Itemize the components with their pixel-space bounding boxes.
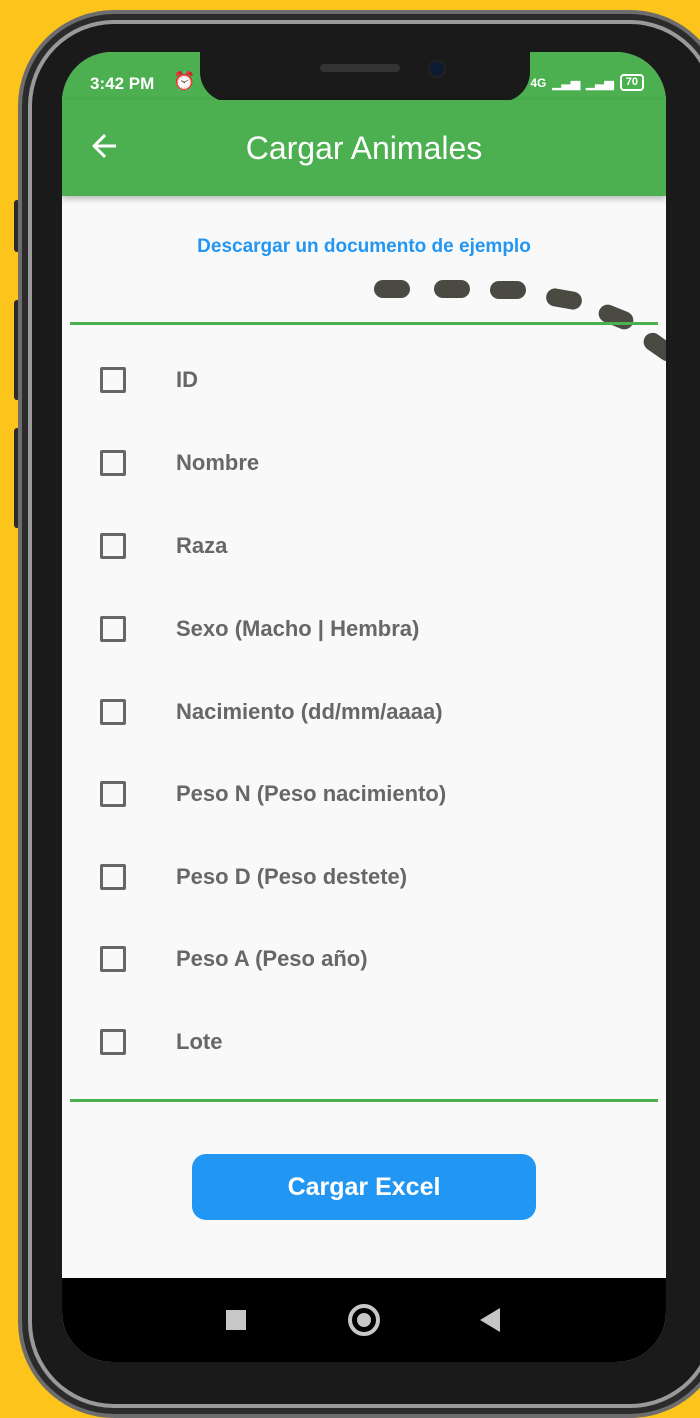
network-type: 4G bbox=[530, 75, 547, 90]
checkbox[interactable] bbox=[100, 946, 126, 972]
checkbox[interactable] bbox=[100, 864, 126, 890]
field-label: ID bbox=[176, 367, 198, 392]
load-excel-button[interactable]: Cargar Excel bbox=[192, 1154, 536, 1220]
field-row-sexo[interactable]: Sexo (Macho | Hembra) bbox=[100, 609, 419, 649]
system-nav-bar bbox=[62, 1278, 666, 1362]
checkbox[interactable] bbox=[100, 781, 126, 807]
field-label: Peso A (Peso año) bbox=[176, 946, 368, 971]
bottom-divider bbox=[70, 1099, 658, 1102]
field-label: Nacimiento (dd/mm/aaaa) bbox=[176, 699, 443, 724]
checkbox[interactable] bbox=[100, 616, 126, 642]
field-row-nacimiento[interactable]: Nacimiento (dd/mm/aaaa) bbox=[100, 692, 443, 732]
field-label: Peso N (Peso nacimiento) bbox=[176, 781, 447, 806]
field-label: Peso D (Peso destete) bbox=[176, 864, 408, 889]
checkbox[interactable] bbox=[100, 450, 126, 476]
alarm-clock-icon: ⏰ bbox=[173, 71, 196, 91]
checkbox[interactable] bbox=[100, 1029, 126, 1055]
download-example-link[interactable]: Descargar un documento de ejemplo bbox=[62, 236, 666, 258]
app-bar: Cargar Animales bbox=[62, 100, 666, 196]
checkbox[interactable] bbox=[100, 367, 126, 393]
field-row-raza[interactable]: Raza bbox=[100, 526, 227, 566]
status-indicators: 4G ▁▃▅ ▁▃▅ 70 bbox=[530, 74, 644, 91]
field-row-lote[interactable]: Lote bbox=[100, 1022, 222, 1062]
field-label: Nombre bbox=[176, 450, 260, 475]
speaker-grille bbox=[320, 64, 400, 72]
status-time: 3:42 PM bbox=[90, 74, 155, 93]
back-triangle-icon[interactable] bbox=[480, 1308, 500, 1332]
signal-icon: ▁▃▅ bbox=[552, 75, 581, 90]
field-label: Sexo (Macho | Hembra) bbox=[176, 616, 420, 641]
checkbox[interactable] bbox=[100, 699, 126, 725]
field-row-peso-a[interactable]: Peso A (Peso año) bbox=[100, 939, 368, 979]
recent-apps-icon[interactable] bbox=[226, 1310, 246, 1330]
phone-notch bbox=[200, 52, 530, 102]
top-divider bbox=[70, 322, 658, 325]
field-label: Raza bbox=[176, 533, 228, 558]
home-icon[interactable] bbox=[348, 1304, 380, 1336]
field-row-id[interactable]: ID bbox=[100, 360, 198, 400]
front-camera bbox=[428, 60, 446, 78]
field-row-nombre[interactable]: Nombre bbox=[100, 443, 259, 483]
battery-icon: 70 bbox=[619, 74, 644, 91]
page-title: Cargar Animales bbox=[245, 130, 483, 166]
field-row-peso-d[interactable]: Peso D (Peso destete) bbox=[100, 857, 407, 897]
signal-icon-2: ▁▃▅ bbox=[586, 75, 614, 90]
app-screen: 3:42 PM ⏰ 4G ▁▃▅ ▁▃▅ 70 Cargar Animales … bbox=[62, 52, 666, 1362]
field-label: Lote bbox=[176, 1029, 223, 1054]
checkbox[interactable] bbox=[100, 533, 126, 559]
field-row-peso-n[interactable]: Peso N (Peso nacimiento) bbox=[100, 774, 446, 814]
